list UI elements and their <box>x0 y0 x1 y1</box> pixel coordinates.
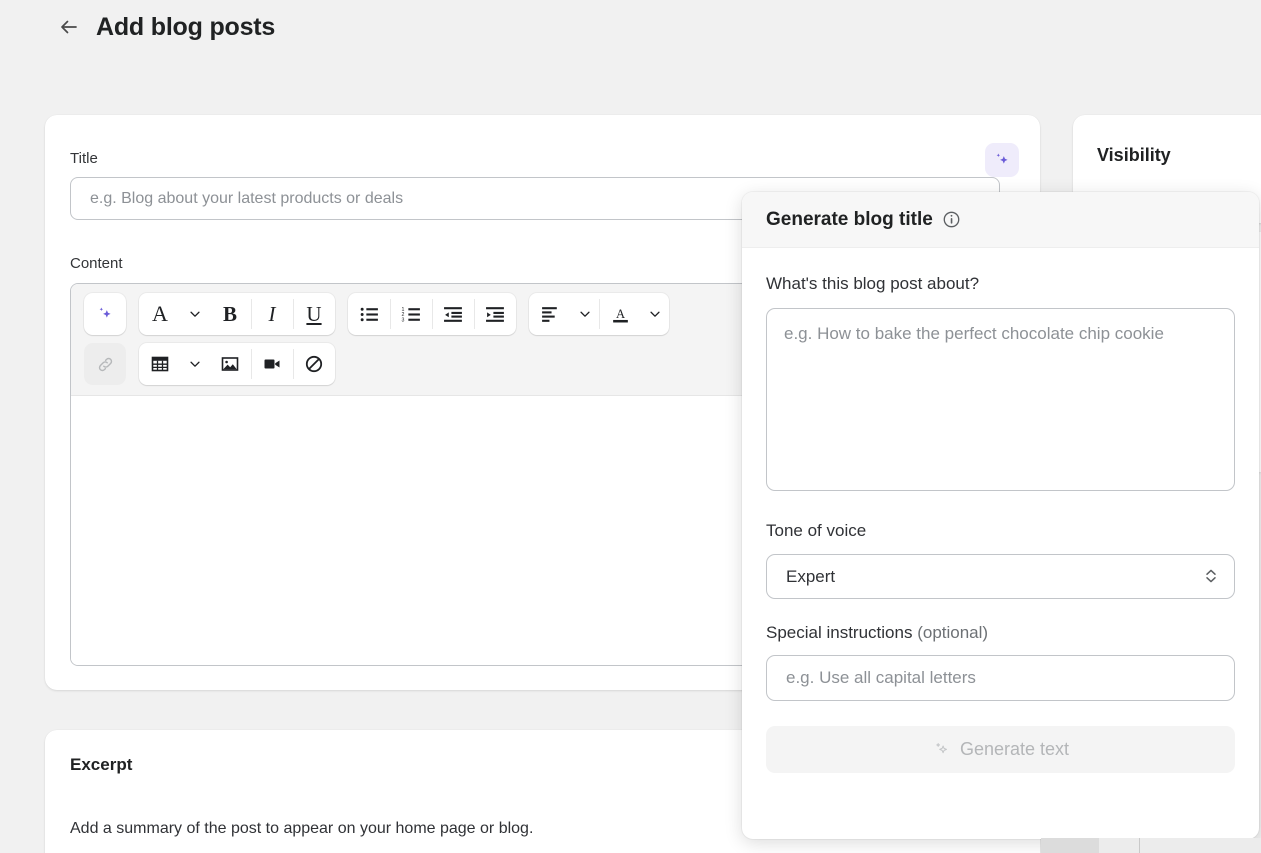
outdent-icon <box>443 306 462 322</box>
generate-text-button[interactable]: Generate text <box>766 726 1235 774</box>
bold-button[interactable]: B <box>209 293 251 335</box>
bold-icon: B <box>222 301 237 326</box>
list-indent-group: 1 2 3 <box>348 293 516 335</box>
insert-table-caret-button[interactable] <box>181 343 209 385</box>
back-arrow-icon[interactable] <box>56 14 82 40</box>
font-style-caret-button[interactable] <box>181 293 209 335</box>
indent-button[interactable] <box>474 293 516 335</box>
insert-table-button[interactable] <box>139 343 181 385</box>
page-header: Add blog posts <box>56 12 275 42</box>
italic-icon: I <box>268 301 276 326</box>
bulleted-list-icon <box>360 307 378 321</box>
tone-of-voice-select[interactable]: Expert <box>766 553 1235 599</box>
align-color-group: A <box>529 293 669 335</box>
chevron-down-icon <box>580 311 590 317</box>
text-color-button[interactable]: A <box>599 293 641 335</box>
magic-write-button[interactable] <box>84 293 126 335</box>
video-icon <box>264 359 280 369</box>
about-textarea[interactable] <box>766 307 1235 491</box>
about-field-label: What's this blog post about? <box>766 274 980 293</box>
generate-blog-title-popover: Generate blog title What's this blog pos… <box>742 192 1259 839</box>
chevron-down-icon <box>190 311 200 317</box>
text-format-group: A B I U <box>139 293 335 335</box>
visibility-title: Visibility <box>1097 145 1171 165</box>
content-field-label: Content <box>70 255 123 272</box>
svg-text:3: 3 <box>401 317 404 323</box>
table-icon <box>151 356 169 372</box>
popover-title: Generate blog title <box>766 208 933 230</box>
numbered-list-button[interactable]: 1 2 3 <box>390 293 432 335</box>
svg-text:A: A <box>615 307 624 321</box>
title-field-label: Title <box>70 150 98 167</box>
clear-formatting-button[interactable] <box>293 343 335 385</box>
bottom-scroll-strip[interactable] <box>1041 838 1261 853</box>
sparkle-icon <box>996 153 1008 164</box>
insert-link-button[interactable] <box>84 343 126 385</box>
text-align-button[interactable] <box>529 293 571 335</box>
text-color-icon: A <box>612 307 628 322</box>
popover-body: What's this blog post about? Tone of voi… <box>742 248 1259 774</box>
outdent-button[interactable] <box>432 293 474 335</box>
indent-icon <box>485 306 504 322</box>
info-circle-icon[interactable] <box>942 210 961 229</box>
font-A-icon: A <box>152 301 168 326</box>
insert-media-group <box>139 343 335 385</box>
text-color-caret-button[interactable] <box>641 293 669 335</box>
excerpt-title: Excerpt <box>70 755 133 774</box>
text-align-caret-button[interactable] <box>571 293 599 335</box>
special-instructions-optional-text: (optional) <box>917 622 989 642</box>
insert-video-button[interactable] <box>251 343 293 385</box>
generate-title-sparkle-button[interactable] <box>985 143 1019 177</box>
italic-button[interactable]: I <box>251 293 293 335</box>
font-style-button[interactable]: A <box>139 293 181 335</box>
app-root: Add blog posts Title Content <box>0 0 1261 853</box>
insert-image-button[interactable] <box>209 343 251 385</box>
special-instructions-label-text: Special instructions <box>766 622 913 642</box>
page-title: Add blog posts <box>96 13 276 41</box>
align-left-icon <box>541 306 557 322</box>
link-icon <box>98 357 112 371</box>
sparkle-icon <box>99 307 111 318</box>
strip-divider <box>1139 838 1140 853</box>
tone-select-wrapper: Expert <box>766 553 1235 599</box>
chevron-down-icon <box>650 311 660 317</box>
popover-header: Generate blog title <box>742 192 1259 248</box>
tone-field-label: Tone of voice <box>766 520 867 540</box>
sparkle-icon <box>936 743 947 754</box>
underline-button[interactable]: U <box>293 293 335 335</box>
no-entry-icon <box>305 355 323 373</box>
scroll-thumb[interactable] <box>1041 838 1099 853</box>
generate-text-label: Generate text <box>959 739 1070 760</box>
image-icon <box>221 357 239 371</box>
special-instructions-input[interactable] <box>766 655 1235 702</box>
special-instructions-label: Special instructions (optional) <box>766 621 1235 645</box>
bulleted-list-button[interactable] <box>348 293 390 335</box>
chevron-down-icon <box>190 361 200 367</box>
numbered-list-icon: 1 2 3 <box>401 306 420 323</box>
underline-icon: U <box>306 301 322 326</box>
excerpt-description: Add a summary of the post to appear on y… <box>70 820 534 837</box>
